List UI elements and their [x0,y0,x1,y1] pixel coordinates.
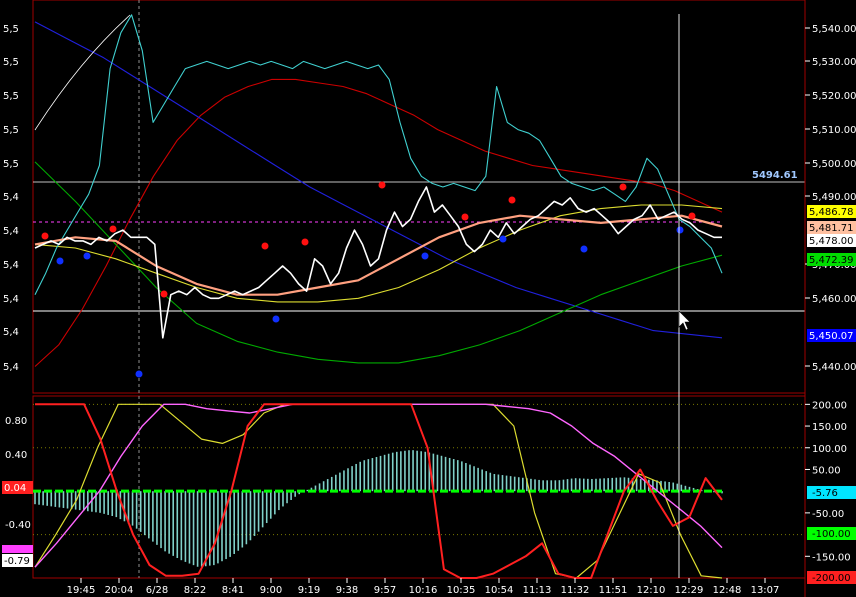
red-signal-dot [461,213,469,221]
price-right-tick-label: 5,440.00 [812,362,856,373]
price-right-tick-label: 5,530.00 [812,57,856,68]
price-left-tick-label: 5,5 [3,57,19,68]
time-tick-label: 8:22 [184,585,206,596]
price-left-tick-label: 5,5 [3,125,19,136]
time-tick-label: 11:13 [523,585,552,596]
blue-signal-dot [272,315,280,323]
time-tick-label: 12:10 [637,585,666,596]
price-left-tick-label: 5,4 [3,260,19,271]
osc-right-tick-label: 200.00 [812,400,847,411]
price-left-tick-label: 5,4 [3,192,19,203]
price-right-tick-label: 5,540.00 [812,24,856,35]
oscillator-panel[interactable] [33,403,723,579]
osc-right-badge-label: -5.76 [812,488,838,499]
red-signal-dot [160,290,168,298]
mouse-cursor-icon [678,310,691,331]
time-tick-label: 11:51 [599,585,628,596]
red-signal-dot [378,181,386,189]
time-tick-label: 11:32 [561,585,590,596]
magenta-left-badge [2,545,33,553]
price-badge-label: 5,478.00 [809,236,854,247]
price-badge-label: 5,481.71 [809,223,854,234]
osc-right-tick-label: -50.00 [812,509,844,520]
red-signal-dot [301,238,309,246]
time-tick-label: 9:38 [336,585,358,596]
time-tick-label: 13:07 [751,585,780,596]
time-tick-label: 6/28 [146,585,168,596]
red-signal-dot [688,212,696,220]
price-panel[interactable] [33,14,805,378]
osc-right-tick-label: -150.00 [812,552,851,563]
osc-right-badge-label: -100.00 [812,529,851,540]
red-signal-dot [508,196,516,204]
blue-signal-dot [83,252,91,260]
red-signal-dot [261,242,269,250]
red-signal-dot [41,232,49,240]
osc-left-badge-label: -0.79 [4,556,30,567]
osc-right-badge-label: -200.00 [812,573,851,584]
time-tick-label: 8:41 [222,585,244,596]
time-tick-label: 9:57 [374,585,396,596]
red-signal-dot [109,225,117,233]
white-price-line [34,186,722,339]
price-right-tick-label: 5,490.00 [812,192,856,203]
price-left-tick-label: 5,4 [3,327,19,338]
price-left-tick-label: 5,5 [3,91,19,102]
price-right-tick-label: 5,520.00 [812,91,856,102]
green-ma-line [34,161,723,364]
blue-signal-dot [56,257,64,265]
axes: 5,540.00 5,530.00 5,520.00 5,510.00 5,500.00… [2,0,856,597]
price-left-tick-label: 5,4 [3,226,19,237]
time-tick-label: 20:04 [105,585,134,596]
osc-right-tick-label: 50.00 [812,465,841,476]
time-tick-label: 10:54 [485,585,514,596]
price-left-tick-label: 5,5 [3,24,19,35]
blue-signal-dot [135,370,143,378]
crosshair-price-label: 5494.61 [752,170,798,181]
red-signal-dot [619,183,627,191]
time-tick-label: 10:35 [447,585,476,596]
blue-signal-dot [580,245,588,253]
price-left-tick-label: 5,5 [3,159,19,170]
price-right-tick-label: 5,510.00 [812,125,856,136]
osc-right-tick-label: 100.00 [812,444,847,455]
blue-signal-dot [499,235,507,243]
cyan-price-line [34,14,723,295]
time-tick-label: 9:00 [260,585,282,596]
price-badge-label: 5,486.78 [809,207,854,218]
time-tick-label: 12:29 [675,585,704,596]
osc-left-tick-label: 0.40 [5,450,27,461]
blue-signal-dot [421,252,429,260]
price-badge-label: 5,450.07 [809,331,854,342]
osc-left-tick-label: -0.40 [5,520,31,531]
price-right-tick-label: 5,500.00 [812,159,856,170]
salmon-ma-line [34,214,723,296]
blue-signal-dot [676,226,684,234]
time-tick-label: 9:19 [298,585,320,596]
time-tick-label: 12:48 [713,585,742,596]
chart-canvas[interactable]: 5,540.00 5,530.00 5,520.00 5,510.00 5,500.00… [0,0,856,597]
chart-window: 5,540.00 5,530.00 5,520.00 5,510.00 5,500.00… [0,0,856,597]
osc-left-badge-label: 0.04 [4,483,26,494]
price-right-tick-label: 5,460.00 [812,294,856,305]
blue-ma-line [34,21,723,339]
envelope-curve [34,14,131,131]
price-left-tick-label: 5,4 [3,362,19,373]
time-tick-label: 19:45 [67,585,96,596]
osc-right-tick-label: 150.00 [812,422,847,433]
price-badge-label: 5,472.39 [809,255,854,266]
price-left-tick-label: 5,4 [3,294,19,305]
osc-left-tick-label: 0.80 [5,416,27,427]
time-tick-label: 10:16 [409,585,438,596]
